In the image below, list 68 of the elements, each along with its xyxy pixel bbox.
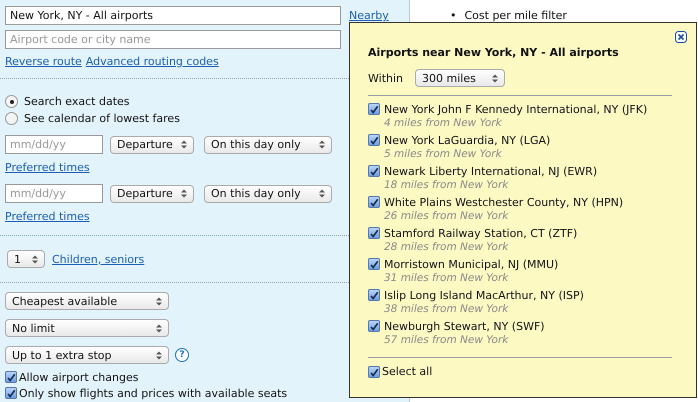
route-link[interactable]: Reverse route [5,55,82,68]
fare-dropdown[interactable]: No limit [5,319,169,337]
destination-field[interactable]: Airport code or city name [5,30,341,49]
checkbox[interactable] [368,289,380,301]
airport-distance: 28 miles from New York [383,241,510,253]
airport-name: Stamford Railway Station, CT (ZTF) [384,226,578,240]
within-label: Within [368,72,404,84]
airport-name: New York LaGuardia, NY (LGA) [384,134,550,146]
up-down-arrows-icon [319,140,325,149]
checkbox[interactable] [368,366,380,378]
up-down-arrows-icon [492,74,498,82]
airport-name: New York John F Kennedy International, NY (JFK) [384,102,648,116]
fare-dropdown[interactable]: Up to 1 extra stop [5,346,169,364]
checkbox[interactable] [368,320,380,332]
radio-label: See calendar of lowest fares [24,112,180,125]
checkbox[interactable] [368,258,380,270]
up-down-arrows-icon [181,140,187,149]
airport-name: Islip Long Island MacArthur, NY (ISP) [384,288,584,302]
checkbox-label: Allow airport changes [19,370,138,384]
checkbox-label: Only show flights and prices with available seats [19,386,288,400]
airport-distance: 18 miles from New York [383,179,510,191]
up-down-arrows-icon [181,189,187,198]
fare-dropdown[interactable]: Cheapest available [5,292,169,310]
popup-title: Airports near New York, NY - All airports [368,46,620,59]
up-down-arrows-icon [156,296,162,306]
airport-name: Morristown Municipal, NJ (MMU) [384,258,558,270]
airport-distance: 57 miles from New York [383,334,510,346]
close-icon[interactable] [675,31,687,43]
radio-button[interactable] [5,112,18,125]
airport-distance: 5 miles from New York [383,148,503,160]
route-link[interactable]: Advanced routing codes [86,55,219,68]
preferred-times-link[interactable]: Preferred times [5,161,90,174]
help-button[interactable]: ? [175,348,189,362]
checkbox[interactable] [368,227,380,239]
airport-distance: 26 miles from New York [383,210,510,222]
airport-name: Newburgh Stewart, NY (SWF) [384,320,545,332]
bullet-marker: • [450,9,456,22]
children-seniors-link[interactable]: Children, seniors [52,252,144,266]
origin-field[interactable]: New York, NY - All airports [5,6,341,25]
airport-name: White Plains Westchester County, NY (HPN) [384,196,624,208]
date-field[interactable]: mm/dd/yy [5,135,103,154]
up-down-arrows-icon [32,254,38,264]
flexibility-dropdown[interactable]: On this day only [204,184,332,202]
radio-label: Search exact dates [24,95,130,108]
select-all-label: Select all [382,365,432,378]
airport-distance: 4 miles from New York [383,117,503,129]
time-type-dropdown[interactable]: Departure [110,184,194,202]
radio-button[interactable] [5,95,18,108]
passenger-count-dropdown[interactable]: 1 [7,250,45,268]
nearby-link[interactable]: Nearby [349,9,389,22]
bullet-item: Cost per mile filter [464,9,567,22]
up-down-arrows-icon [156,350,162,360]
checkbox[interactable] [368,103,380,115]
flexibility-dropdown[interactable]: On this day only [204,136,332,154]
preferred-times-link[interactable]: Preferred times [5,210,90,223]
up-down-arrows-icon [319,189,325,198]
up-down-arrows-icon [156,324,162,332]
airport-distance: 31 miles from New York [383,272,510,284]
distance-dropdown[interactable]: 300 miles [415,69,506,87]
airport-distance: 38 miles from New York [383,303,510,315]
checkbox[interactable] [5,371,17,383]
airport-name: Newark Liberty International, NJ (EWR) [384,164,598,178]
time-type-dropdown[interactable]: Departure [110,136,194,154]
checkbox[interactable] [368,165,380,177]
checkbox[interactable] [368,196,380,208]
checkbox[interactable] [368,134,380,146]
date-field[interactable]: mm/dd/yy [5,184,103,203]
checkbox[interactable] [5,387,17,399]
